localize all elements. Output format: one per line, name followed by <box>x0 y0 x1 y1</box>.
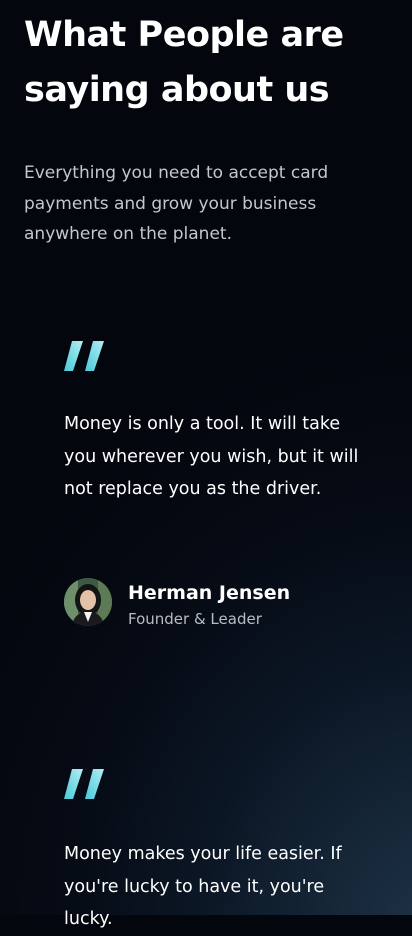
section-heading: What People are saying about us <box>24 8 404 118</box>
heading-line-1: What People are <box>24 15 344 55</box>
section-intro: Everything you need to accept card payme… <box>24 163 329 244</box>
author-role: Founder & Leader <box>128 610 262 628</box>
testimonial-quote: Money makes your life easier. If you're … <box>64 844 342 929</box>
testimonial-author: Herman Jensen Founder & Leader <box>64 578 364 628</box>
avatar <box>64 578 112 626</box>
author-name: Herman Jensen <box>128 582 291 604</box>
double-quote-icon <box>64 341 104 371</box>
page: { "section": { "heading_line1": "What Pe… <box>0 0 412 929</box>
testimonial-quote: Money is only a tool. It will take you w… <box>64 414 359 499</box>
heading-line-2: saying about us <box>24 70 330 110</box>
double-quote-icon <box>64 769 104 799</box>
